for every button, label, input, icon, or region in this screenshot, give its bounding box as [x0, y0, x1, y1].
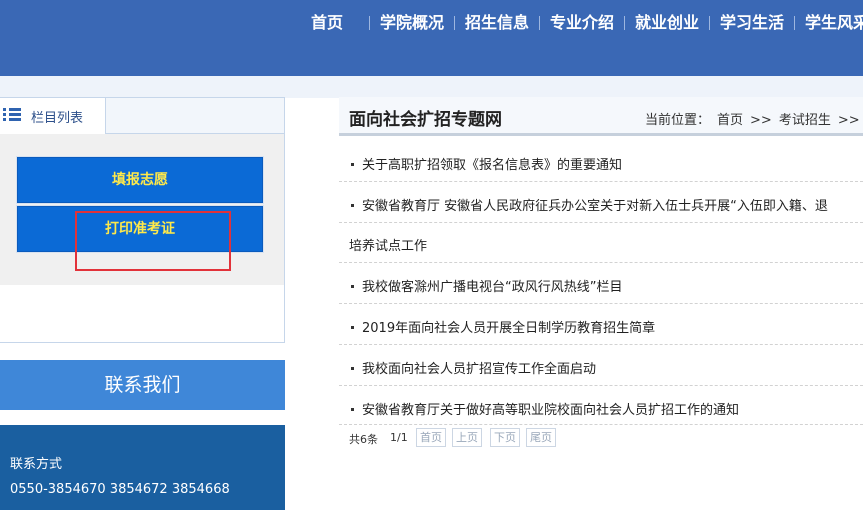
news-title[interactable]: 我校面向社会人员扩招宣传工作全面启动 [362, 362, 596, 377]
page: 首页 学院概况 招生信息 专业介绍 就业创业 学习生活 学生风采 栏目列表 填报… [0, 0, 863, 510]
news-title[interactable]: 2019年面向社会人员开展全日制学历教育招生简章 [362, 321, 655, 336]
pagination-first-button[interactable]: 首页 [416, 428, 446, 447]
divider [339, 181, 863, 182]
nav-separator [794, 16, 795, 30]
fill-volunteer-button[interactable]: 填报志愿 [17, 157, 263, 203]
divider [339, 385, 863, 386]
news-list-item[interactable]: 我校做客滁州广播电视台“政风行风热线”栏目 [351, 276, 622, 295]
divider [339, 344, 863, 345]
pagination-page-number: 1/1 [390, 431, 408, 444]
contact-info-panel: 联系方式 0550-3854670 3854672 3854668 [0, 425, 285, 510]
nav-item-home[interactable]: 首页 [311, 10, 343, 36]
divider [339, 424, 863, 425]
pagination-last-button[interactable]: 尾页 [526, 428, 556, 447]
category-tab-bar: 栏目列表 [0, 98, 284, 135]
nav-item-about[interactable]: 学院概况 [380, 10, 444, 36]
nav-separator [709, 16, 710, 30]
bullet-icon [351, 285, 354, 288]
news-title[interactable]: 关于高职扩招领取《报名信息表》的重要通知 [362, 158, 622, 173]
pagination-prev-button[interactable]: 上页 [452, 428, 482, 447]
contact-us-header: 联系我们 [0, 360, 285, 410]
page-title: 面向社会扩招专题网 [349, 110, 502, 130]
news-list-item[interactable]: 安徽省教育厅 安徽省人民政府征兵办公室关于对新入伍士兵开展“入伍即入籍、退 [351, 195, 828, 214]
tab-category-list[interactable]: 栏目列表 [0, 98, 106, 135]
news-list-item[interactable]: 关于高职扩招领取《报名信息表》的重要通知 [351, 154, 622, 173]
nav-item-majors[interactable]: 专业介绍 [550, 10, 614, 36]
pagination-next-button[interactable]: 下页 [490, 428, 520, 447]
bullet-icon [351, 163, 354, 166]
pagination-total: 共6条 [349, 433, 378, 446]
tab-label: 栏目列表 [31, 111, 84, 126]
content-header: 面向社会扩招专题网 当前位置：首页>>考试招生>>面 [339, 97, 863, 136]
nav-separator [369, 16, 370, 30]
divider [339, 303, 863, 304]
news-list-item[interactable]: 我校面向社会人员扩招宣传工作全面启动 [351, 358, 596, 377]
breadcrumb-separator: >> [750, 113, 772, 128]
nav-item-admissions[interactable]: 招生信息 [465, 10, 529, 36]
list-icon [3, 108, 21, 122]
main-content: 面向社会扩招专题网 当前位置：首页>>考试招生>>面 关于高职扩招领取《报名信息… [339, 97, 863, 510]
nav-item-student-showcase[interactable]: 学生风采 [805, 10, 863, 36]
breadcrumb-home[interactable]: 首页 [717, 113, 743, 128]
contact-method-label: 联系方式 [10, 457, 63, 472]
news-title-continuation[interactable]: 培养试点工作 [349, 235, 427, 254]
nav-separator [454, 16, 455, 30]
breadcrumb: 当前位置：首页>>考试招生>>面 [645, 109, 863, 128]
breadcrumb-admissions[interactable]: 考试招生 [779, 113, 831, 128]
news-list-item[interactable]: 安徽省教育厅关于做好高等职业院校面向社会人员扩招工作的通知 [351, 399, 739, 418]
highlight-annotation-box [75, 211, 231, 271]
bullet-icon [351, 326, 354, 329]
divider [339, 262, 863, 263]
news-title[interactable]: 安徽省教育厅关于做好高等职业院校面向社会人员扩招工作的通知 [362, 403, 739, 418]
contact-phone-numbers: 0550-3854670 3854672 3854668 [10, 482, 230, 497]
bullet-icon [351, 408, 354, 411]
nav-item-student-life[interactable]: 学习生活 [720, 10, 784, 36]
breadcrumb-prefix: 当前位置： [645, 113, 711, 128]
nav-separator [624, 16, 625, 30]
nav-separator [539, 16, 540, 30]
bullet-icon [351, 204, 354, 207]
news-list-item[interactable]: 2019年面向社会人员开展全日制学历教育招生简章 [351, 317, 655, 336]
nav-shadow-band [0, 76, 863, 98]
news-title[interactable]: 安徽省教育厅 安徽省人民政府征兵办公室关于对新入伍士兵开展“入伍即入籍、退 [362, 199, 828, 214]
nav-item-employment[interactable]: 就业创业 [635, 10, 699, 36]
divider [339, 222, 863, 223]
breadcrumb-separator: >> [837, 113, 860, 128]
news-title[interactable]: 我校做客滁州广播电视台“政风行风热线”栏目 [362, 280, 622, 295]
bullet-icon [351, 367, 354, 370]
top-navigation-bar: 首页 学院概况 招生信息 专业介绍 就业创业 学习生活 学生风采 [0, 0, 863, 76]
